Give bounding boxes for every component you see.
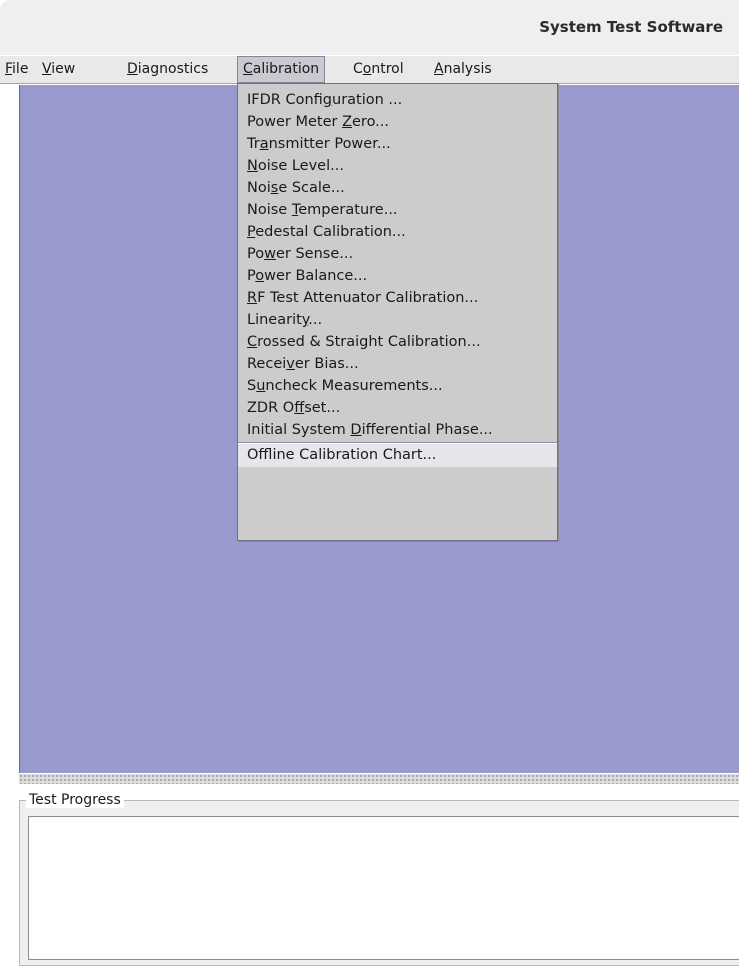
menu-diagnostics[interactable]: Diagnostics	[122, 56, 213, 83]
mnemonic-char: a	[259, 136, 269, 152]
menu-file[interactable]: File	[0, 56, 33, 83]
mnemonic-char: A	[434, 61, 444, 77]
mnemonic-char: V	[42, 61, 52, 77]
menu-item-rf-test-attenuator-calibration[interactable]: RF Test Attenuator Calibration...	[238, 287, 557, 309]
menu-item-linearity[interactable]: Linearity...	[238, 309, 557, 331]
menu-item-receiver-bias[interactable]: Receiver Bias...	[238, 353, 557, 375]
menu-item-initial-system-differential-phase[interactable]: Initial System Differential Phase...	[238, 419, 557, 441]
window-title: System Test Software	[539, 18, 723, 36]
mnemonic-char: v	[286, 356, 295, 372]
menu-item-power-balance[interactable]: Power Balance...	[238, 265, 557, 287]
menu-bar: File View Diagnostics Calibration Contro…	[0, 56, 739, 84]
mnemonic-char: f	[294, 400, 305, 416]
test-progress-log	[28, 816, 739, 960]
menu-item-transmitter-power[interactable]: Transmitter Power...	[238, 133, 557, 155]
mnemonic-char: P	[247, 224, 256, 240]
menu-analysis[interactable]: Analysis	[429, 56, 497, 83]
menu-item-power-sense[interactable]: Power Sense...	[238, 243, 557, 265]
mnemonic-char: u	[256, 378, 266, 394]
menu-calibration[interactable]: Calibration	[237, 56, 326, 83]
menu-view[interactable]: View	[37, 56, 80, 83]
title-bar: System Test Software	[0, 0, 739, 55]
mnemonic-char: o	[362, 61, 372, 77]
mnemonic-char: T	[291, 202, 299, 218]
menu-item-pedestal-calibration[interactable]: Pedestal Calibration...	[238, 221, 557, 243]
mnemonic-char: F	[5, 61, 13, 77]
mnemonic-char: C	[243, 61, 253, 77]
mnemonic-char: R	[247, 290, 258, 306]
mnemonic-char: y	[301, 312, 309, 328]
menu-item-noise-level[interactable]: Noise Level...	[238, 155, 557, 177]
menu-item-power-meter-zero[interactable]: Power Meter Zero...	[238, 111, 557, 133]
mnemonic-char: D	[350, 422, 362, 438]
menu-item-crossed-straight-calibration[interactable]: Crossed & Straight Calibration...	[238, 331, 557, 353]
mnemonic-char: o	[255, 268, 265, 284]
mnemonic-char: s	[270, 180, 279, 196]
menu-item-noise-temperature[interactable]: Noise Temperature...	[238, 199, 557, 221]
menu-item-suncheck-measurements[interactable]: Suncheck Measurements...	[238, 375, 557, 397]
left-margin	[0, 84, 18, 966]
calibration-dropdown-menu: IFDR Configuration ... Power Meter Zero.…	[237, 83, 558, 541]
mnemonic-char: Z	[342, 114, 352, 130]
mnemonic-char: N	[247, 158, 258, 174]
menu-item-noise-scale[interactable]: Noise Scale...	[238, 177, 557, 199]
menu-item-offline-calibration-chart[interactable]: Offline Calibration Chart...	[238, 443, 557, 467]
mnemonic-char: g	[322, 92, 333, 108]
mnemonic-char: w	[264, 246, 276, 262]
test-progress-title: Test Progress	[26, 792, 124, 808]
menu-item-ifdr-configuration[interactable]: IFDR Configuration ...	[238, 89, 557, 111]
mnemonic-char: D	[127, 61, 138, 77]
menu-control[interactable]: Control	[348, 56, 409, 83]
split-pane-divider[interactable]	[19, 774, 739, 784]
menu-item-zdr-offset[interactable]: ZDR Offset...	[238, 397, 557, 419]
mnemonic-char: C	[247, 334, 258, 350]
